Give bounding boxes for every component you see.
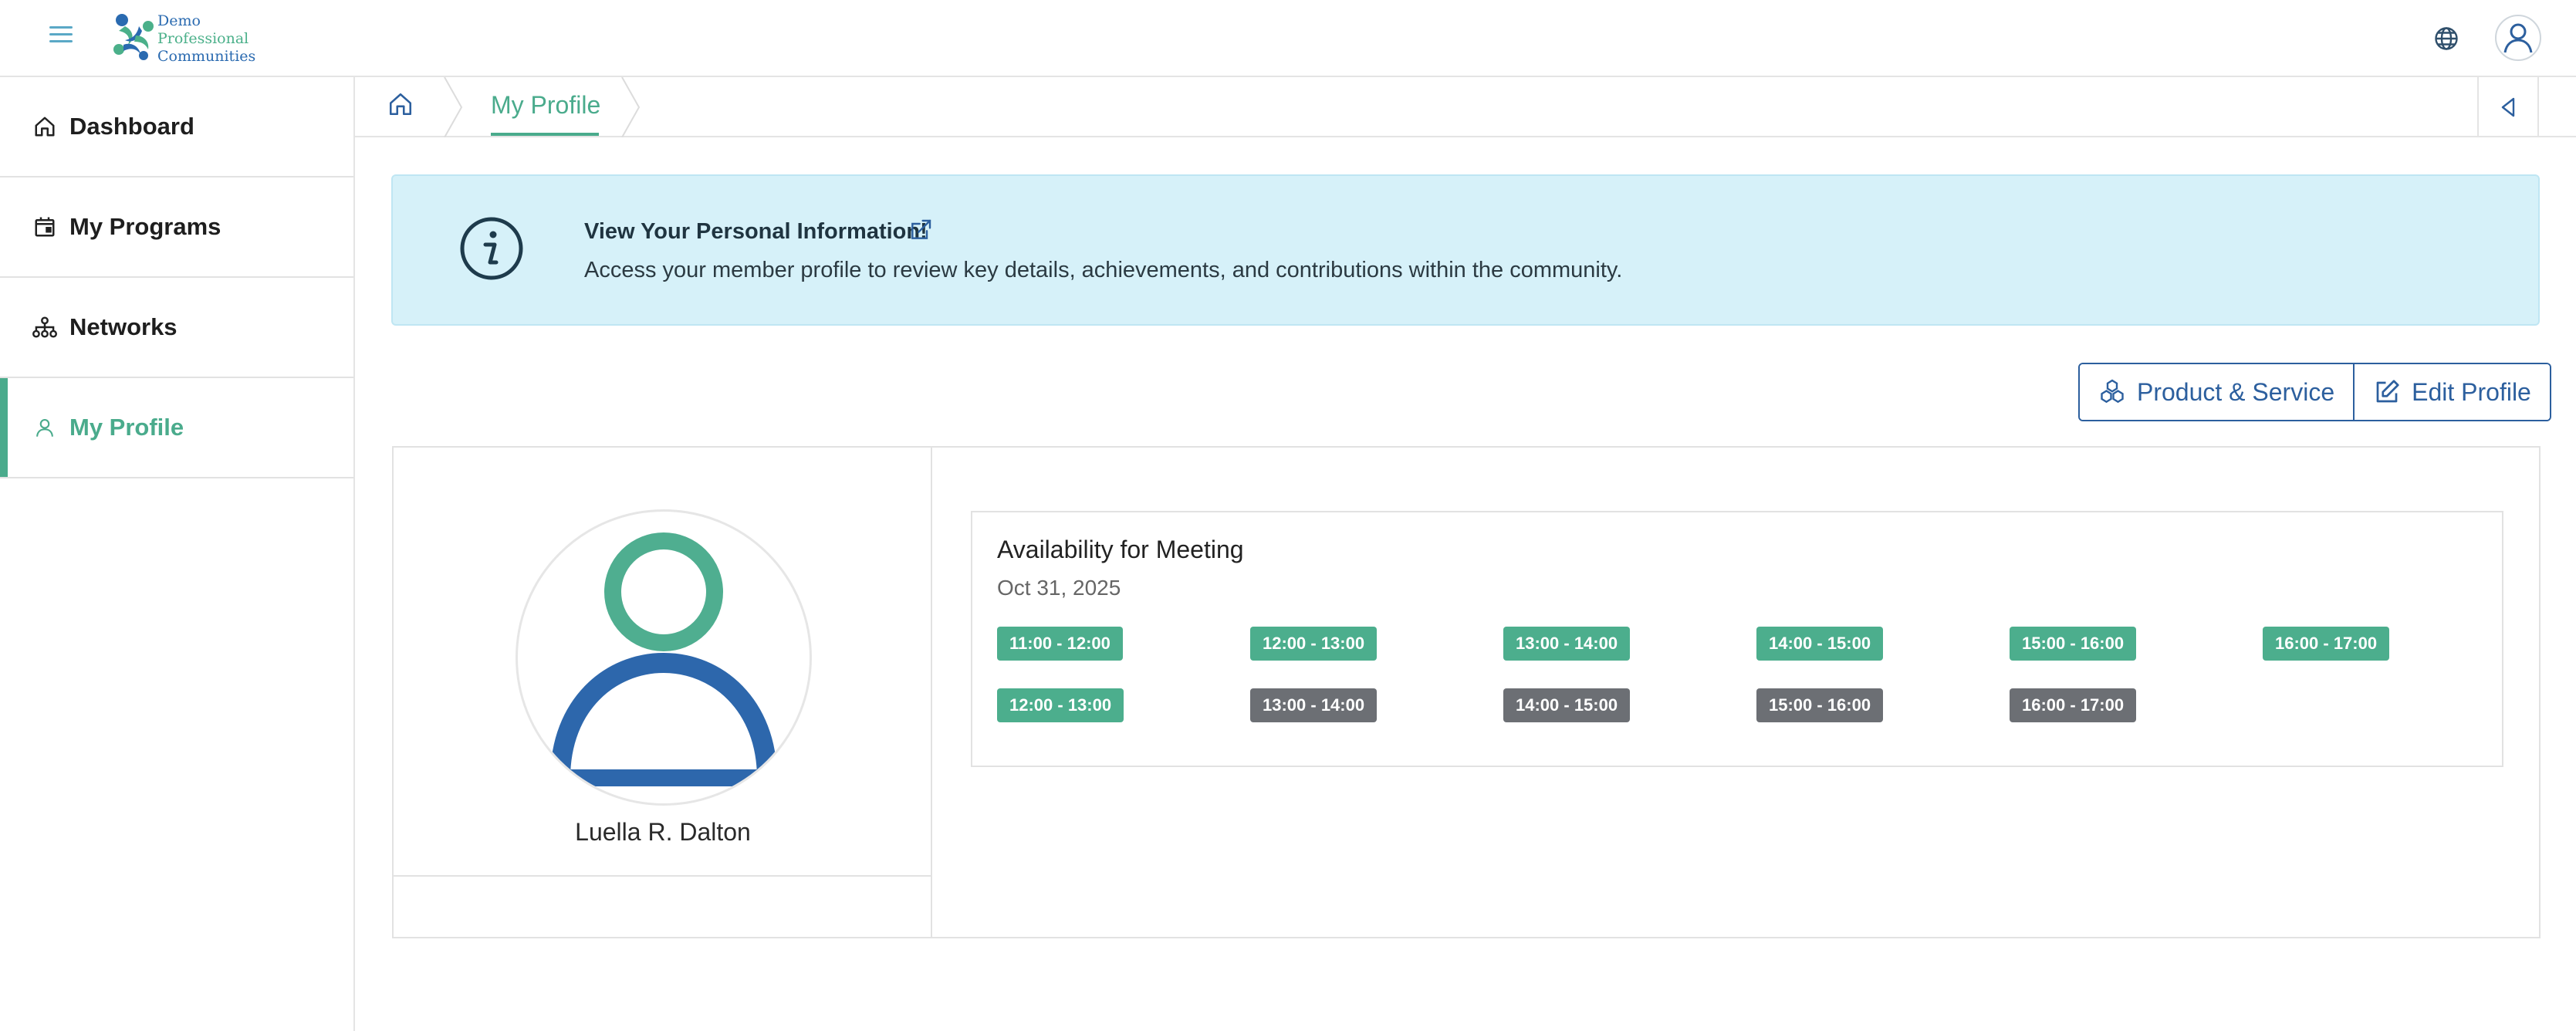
breadcrumb-home-icon[interactable] (387, 91, 418, 122)
top-header: Demo Professional Communities (0, 0, 2576, 77)
time-slot[interactable]: 12:00 - 13:00 (1250, 627, 1378, 661)
logo[interactable]: Demo Professional Communities (108, 9, 255, 65)
sidebar-item-my-programs[interactable]: My Programs (0, 177, 353, 278)
avatar (516, 509, 812, 806)
language-globe-icon[interactable] (2432, 25, 2460, 52)
profile-actions: Product & Service Edit Profile (2078, 363, 2551, 421)
profile-card: Luella R. Dalton Availability for Meetin… (392, 446, 2541, 938)
time-slot[interactable]: 13:00 - 14:00 (1503, 627, 1631, 661)
sidebar: Dashboard My Programs Networks My Profil… (0, 77, 355, 1031)
product-service-label: Product & Service (2137, 377, 2335, 406)
breadcrumb-separator-icon (621, 77, 641, 137)
collapse-panel-button[interactable] (2477, 77, 2539, 137)
breadcrumb-active-indicator (491, 133, 599, 136)
edit-profile-button[interactable]: Edit Profile (2353, 364, 2550, 420)
breadcrumb-current[interactable]: My Profile (491, 91, 600, 120)
edit-icon (2376, 380, 2399, 403)
time-slot[interactable]: 15:00 - 16:00 (2010, 627, 2137, 661)
alert-body: Access your member profile to review key… (584, 258, 1623, 282)
availability-date: Oct 31, 2025 (997, 576, 1121, 600)
user-icon (31, 414, 59, 441)
info-icon (459, 216, 524, 281)
profile-summary: Luella R. Dalton (394, 448, 932, 937)
user-avatar-icon (550, 532, 777, 786)
time-slot[interactable]: 11:00 - 12:00 (997, 627, 1123, 661)
time-slot[interactable]: 14:00 - 15:00 (1756, 627, 1884, 661)
external-link-icon[interactable] (908, 218, 935, 244)
member-name: Luella R. Dalton (575, 818, 751, 846)
time-slot[interactable]: 13:00 - 14:00 (1250, 688, 1378, 722)
time-slot[interactable]: 15:00 - 16:00 (1756, 688, 1884, 722)
sidebar-item-label: Networks (69, 313, 177, 340)
info-alert: View Your Personal Information! Access y… (391, 174, 2540, 326)
time-slot[interactable]: 16:00 - 17:00 (2010, 688, 2137, 722)
logo-line: Demo (157, 12, 201, 29)
breadcrumb: My Profile (355, 77, 2576, 137)
home-icon (31, 113, 59, 140)
sidebar-item-networks[interactable]: Networks (0, 278, 353, 378)
sidebar-item-dashboard[interactable]: Dashboard (0, 77, 353, 177)
sidebar-item-label: My Profile (69, 414, 184, 441)
availability-panel: Availability for Meeting Oct 31, 2025 11… (971, 511, 2503, 767)
user-avatar-button[interactable] (2494, 14, 2542, 62)
sidebar-item-my-profile[interactable]: My Profile (0, 378, 353, 478)
logo-wordmark: Demo Professional Communities (157, 12, 255, 66)
calendar-icon (31, 213, 59, 241)
logo-line: Communities (157, 48, 256, 65)
divider (394, 875, 931, 877)
time-slot[interactable]: 14:00 - 15:00 (1503, 688, 1631, 722)
cubes-icon (2101, 379, 2124, 404)
logo-mark-icon (113, 14, 154, 60)
time-slot[interactable]: 12:00 - 13:00 (997, 688, 1124, 722)
logo-line: Professional (157, 30, 249, 47)
breadcrumb-separator-icon (444, 77, 463, 137)
alert-title: View Your Personal Information! (584, 219, 928, 244)
menu-toggle-button[interactable] (49, 26, 73, 46)
sidebar-item-label: Dashboard (69, 113, 194, 140)
sidebar-item-label: My Programs (69, 213, 221, 240)
time-slot[interactable]: 16:00 - 17:00 (2263, 627, 2390, 661)
availability-title: Availability for Meeting (997, 536, 1244, 563)
product-service-button[interactable]: Product & Service (2080, 364, 2354, 420)
caret-left-icon (2501, 97, 2515, 117)
edit-profile-label: Edit Profile (2412, 377, 2531, 406)
network-icon (31, 313, 59, 341)
